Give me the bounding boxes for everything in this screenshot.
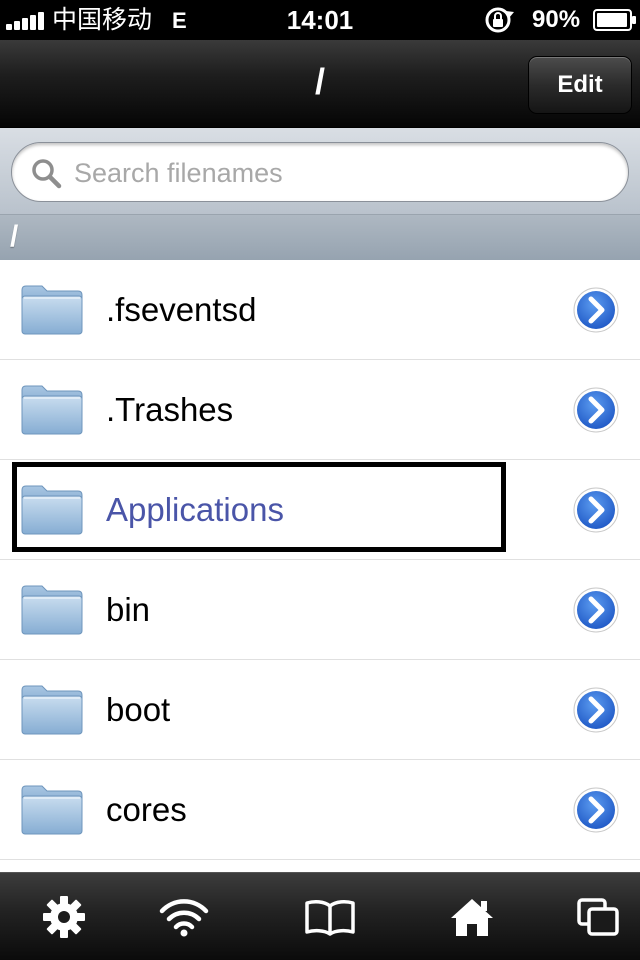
file-name: bin [106,591,151,628]
app-screen: 中国移动 E 14:01 90% / Edit / [0,0,640,960]
search-input[interactable] [74,151,604,195]
folder-icon [21,685,83,735]
detail-disclosure-button[interactable] [572,286,620,334]
file-name: boot [106,691,171,728]
battery-icon [593,9,636,31]
book-icon [305,900,355,936]
folder-icon [21,585,83,635]
tab-windows[interactable] [534,873,640,960]
file-name: cores [106,791,187,828]
path-header: / [0,214,640,260]
folder-icon [21,385,83,435]
rotation-lock-icon [485,7,514,33]
file-row[interactable]: boot [0,660,640,760]
detail-disclosure-button[interactable] [572,686,620,734]
file-row[interactable]: cores [0,760,640,860]
navigation-bar: / Edit [0,40,640,128]
tab-wifi[interactable] [120,873,248,960]
current-path: / [10,220,19,253]
file-name: Applications [106,491,284,528]
search-field[interactable] [11,142,629,202]
detail-disclosure-button[interactable] [572,386,620,434]
folder-icon [21,485,83,535]
detail-disclosure-button[interactable] [572,586,620,634]
wifi-icon [159,899,209,937]
file-row[interactable]: .fseventsd [0,260,640,360]
windows-icon [577,898,619,936]
network-type: E [172,8,187,33]
gear-icon [43,896,85,938]
tab-settings[interactable] [0,873,128,960]
home-icon [451,899,493,936]
search-bar [0,128,640,214]
edit-button[interactable]: Edit [528,56,632,114]
carrier-name: 中国移动 [52,6,153,34]
folder-icon [21,785,83,835]
file-row-selected[interactable]: Applications [0,460,640,560]
file-row[interactable]: bin [0,560,640,660]
tab-bar [0,872,640,960]
tab-bookmarks[interactable] [266,873,394,960]
detail-disclosure-button[interactable] [572,486,620,534]
search-icon [32,159,62,189]
detail-disclosure-button[interactable] [572,786,620,834]
file-name: .fseventsd [106,291,257,328]
folder-icon [21,285,83,335]
file-list: .fseventsd .Trashes Applications bin boo… [0,260,640,872]
file-name: .Trashes [106,391,234,428]
file-row[interactable]: .Trashes [0,360,640,460]
status-bar: 中国移动 E 14:01 90% [0,0,640,40]
tab-home[interactable] [408,873,536,960]
signal-bars-icon [6,12,48,30]
battery-percent: 90% [532,6,581,33]
